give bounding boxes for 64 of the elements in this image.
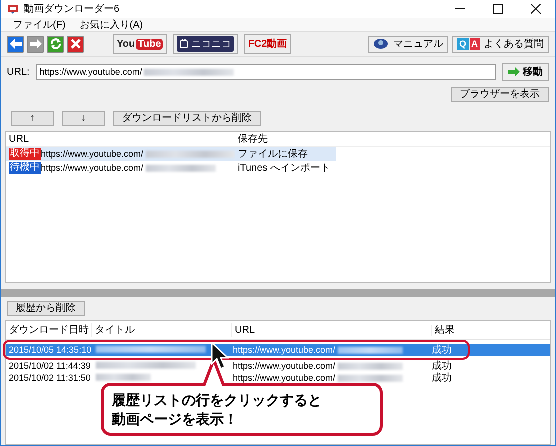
fc2-button[interactable]: FC2動画	[244, 34, 292, 54]
tv-icon	[180, 39, 188, 49]
table-cell: 2015/10/05 14:35:10	[9, 345, 92, 355]
app-icon	[7, 3, 19, 15]
column-header[interactable]: タイトル	[95, 325, 135, 336]
status-badge: 待機中	[9, 162, 41, 174]
arrow-right-icon	[30, 39, 42, 49]
table-cell-text: iTunes へインポート	[237, 162, 330, 175]
table-cell: https://www.youtube.com/	[233, 361, 336, 371]
redacted-text	[338, 346, 403, 354]
table-cell: 成功	[432, 361, 452, 372]
window-title: 動画ダウンローダー6	[24, 3, 120, 16]
table-cell: https://www.youtube.com/	[41, 149, 144, 159]
table-cell: 2015/10/02 11:44:39	[9, 361, 91, 371]
url-label: URL:	[7, 66, 30, 78]
download-row[interactable]: 待機中 https://www.youtube.com/ iTunes へインポート	[6, 161, 336, 175]
redacted-text	[146, 164, 216, 172]
callout-text: 動画ページを表示！	[112, 410, 239, 428]
table-cell: 成功	[432, 373, 452, 384]
refresh-button[interactable]	[47, 36, 64, 52]
show-browser-button[interactable]: ブラウザーを表示	[451, 87, 549, 102]
faq-button[interactable]: Q A よくある質問	[452, 36, 549, 52]
refresh-icon	[50, 38, 62, 50]
niconico-button[interactable]: ニコニコ	[173, 34, 238, 54]
download-row[interactable]: 取得中 https://www.youtube.com/ ファイルに保存	[6, 147, 336, 161]
youtube-button[interactable]: You Tube	[113, 34, 168, 54]
redacted-text	[338, 362, 403, 370]
redacted-text	[96, 374, 151, 380]
table-cell: https://www.youtube.com/	[233, 373, 336, 383]
history-row[interactable]: 2015/10/05 14:35:10 https://www.youtube.com/ 成功	[6, 344, 550, 356]
mouse-cursor-icon	[211, 342, 229, 370]
help-bubble-icon	[373, 38, 390, 50]
go-button[interactable]: 移動	[502, 63, 549, 81]
menu-item[interactable]: お気に入り(A)	[80, 18, 144, 32]
forward-button[interactable]	[27, 36, 44, 52]
table-cell: 2015/10/02 11:31:50	[9, 373, 91, 383]
url-field[interactable]: https://www.youtube.com/	[36, 64, 496, 80]
stop-button[interactable]	[67, 36, 84, 52]
back-button[interactable]	[7, 36, 24, 52]
delete-history-button[interactable]: 履歴から削除	[7, 301, 85, 316]
manual-button[interactable]: マニュアル	[368, 36, 448, 52]
close-icon	[70, 39, 80, 49]
arrow-left-icon	[10, 39, 22, 49]
maximize-icon[interactable]	[493, 4, 503, 14]
remove-from-list-button[interactable]: ダウンロードリストから削除	[113, 111, 261, 126]
column-header[interactable]: 結果	[435, 325, 455, 336]
status-badge: 取得中	[9, 148, 41, 160]
column-header[interactable]: URL	[235, 324, 256, 336]
table-cell-text: ファイルに保存	[237, 148, 308, 161]
history-row[interactable]: 2015/10/02 11:31:50 https://www.youtube.com/ 成功	[6, 372, 550, 384]
arrow-right-icon	[508, 67, 520, 77]
column-header[interactable]: 保存先	[235, 132, 268, 146]
column-header[interactable]: ダウンロード日時	[9, 325, 89, 336]
menu-item[interactable]: ファイル(F)	[13, 18, 66, 32]
table-cell: https://www.youtube.com/	[233, 345, 336, 355]
column-header[interactable]: URL	[9, 134, 30, 144]
close-icon[interactable]	[531, 4, 541, 14]
callout-text: 履歴リストの行をクリックすると	[112, 390, 323, 410]
table-cell: 成功	[432, 345, 452, 356]
redacted-text	[338, 374, 403, 382]
move-up-button[interactable]: ↑	[11, 111, 54, 126]
table-cell: https://www.youtube.com/	[41, 163, 144, 173]
move-down-button[interactable]: ↓	[62, 111, 105, 126]
history-row[interactable]: 2015/10/02 11:44:39 https://www.youtube.com/ 成功	[6, 360, 550, 372]
